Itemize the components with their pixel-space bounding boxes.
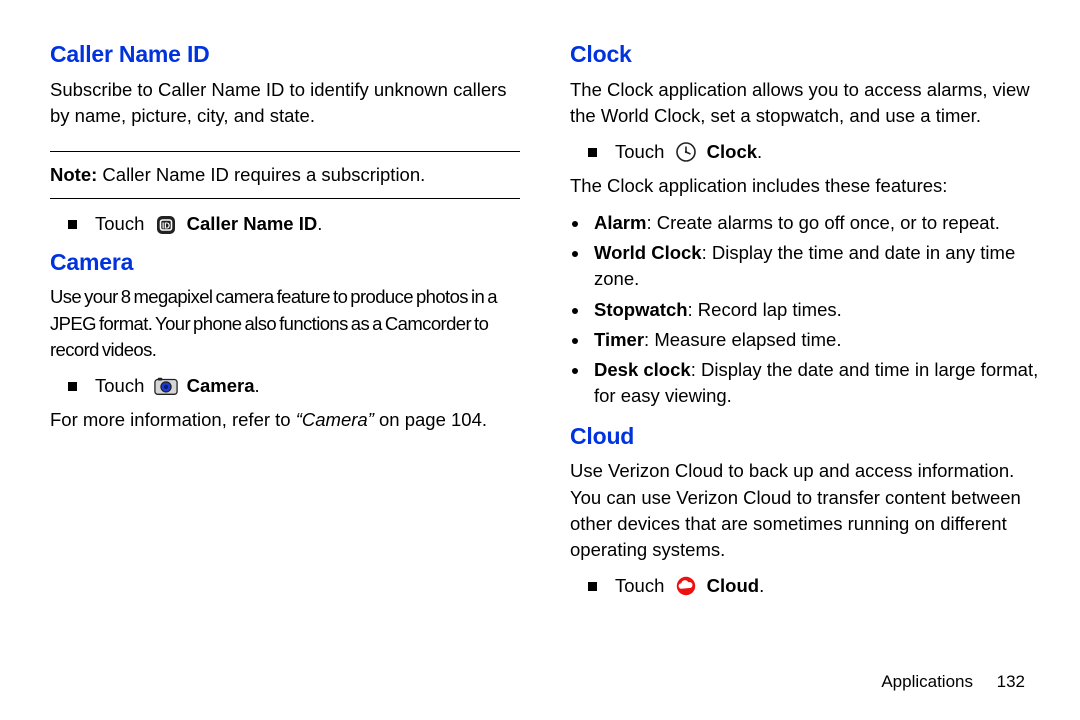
heading-clock: Clock [570,38,1040,71]
note-text: Caller Name ID requires a subscription. [97,164,425,185]
square-bullet-icon [588,582,597,591]
touch-camera-row: Touch Camera. [68,373,520,399]
square-bullet-icon [68,382,77,391]
heading-caller-name-id: Caller Name ID [50,38,520,71]
page-footer: Applications 132 [881,672,1025,692]
list-item: Desk clock: Display the date and time in… [590,357,1040,410]
heading-camera: Camera [50,246,520,279]
touch-pre: Touch [615,575,670,596]
list-item: World Clock: Display the time and date i… [590,240,1040,293]
para-cloud: Use Verizon Cloud to back up and access … [570,458,1040,563]
touch-post: . [317,213,322,234]
svg-text:ID: ID [162,221,170,230]
clock-feat-intro: The Clock application includes these fea… [570,173,1040,199]
para-caller-id: Subscribe to Caller Name ID to identify … [50,77,520,130]
camera-icon [154,375,178,397]
touch-post: . [759,575,764,596]
touch-pre: Touch [95,375,150,396]
cloud-icon [674,575,698,597]
touch-pre: Touch [95,213,150,234]
footer-page: 132 [997,672,1025,691]
footer-section: Applications [881,672,973,691]
touch-caller-id-row: Touch ID Caller Name ID. [68,211,520,237]
list-item: Stopwatch: Record lap times. [590,297,1040,323]
list-item: Alarm: Create alarms to go off once, or … [590,210,1040,236]
heading-cloud: Cloud [570,420,1040,453]
square-bullet-icon [588,148,597,157]
touch-clock-row: Touch Clock. [588,139,1040,165]
touch-bold: Cloud [707,575,759,596]
note-label: Note: [50,164,97,185]
square-bullet-icon [68,220,77,229]
right-column: Clock The Clock application allows you t… [570,30,1040,608]
clock-feature-list: Alarm: Create alarms to go off once, or … [570,210,1040,410]
touch-bold: Clock [707,141,757,162]
touch-pre: Touch [615,141,670,162]
touch-post: . [255,375,260,396]
touch-post: . [757,141,762,162]
touch-bold: Camera [187,375,255,396]
note-box: Note: Caller Name ID requires a subscrip… [50,151,520,199]
list-item: Timer: Measure elapsed time. [590,327,1040,353]
camera-ref: For more information, refer to “Camera” … [50,407,520,433]
caller-id-icon: ID [154,214,178,236]
touch-cloud-row: Touch Cloud. [588,573,1040,599]
para-camera: Use your 8 megapixel camera feature to p… [50,284,520,363]
left-column: Caller Name ID Subscribe to Caller Name … [50,30,520,608]
clock-icon [674,141,698,163]
para-clock: The Clock application allows you to acce… [570,77,1040,130]
touch-bold: Caller Name ID [187,213,318,234]
